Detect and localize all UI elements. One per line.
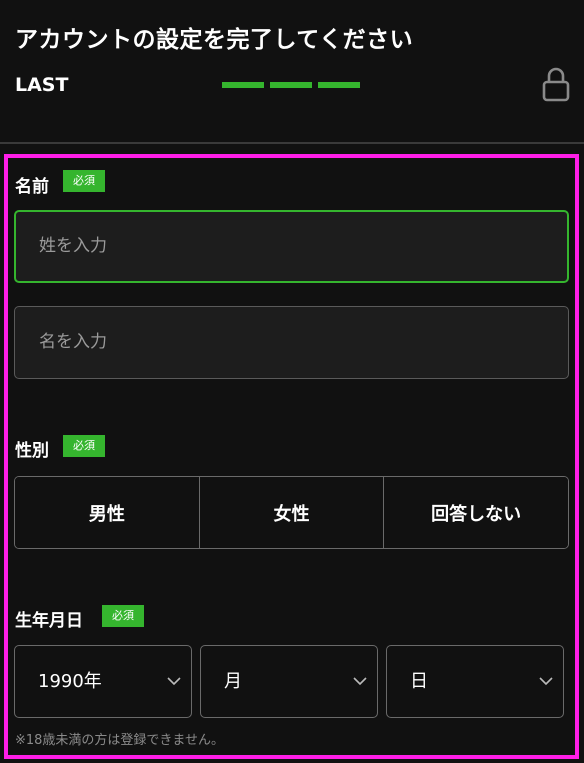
header: アカウントの設定を完了してください LAST xyxy=(0,0,584,143)
header-divider xyxy=(0,142,584,144)
first-name-input[interactable]: 名を入力 xyxy=(14,306,569,379)
gender-option-male[interactable]: 男性 xyxy=(15,477,199,548)
page-title: アカウントの設定を完了してください xyxy=(15,27,414,53)
step-label: LAST xyxy=(15,74,69,96)
last-name-input[interactable]: 姓を入力 xyxy=(14,210,569,283)
birthday-label: 生年月日 xyxy=(15,611,83,631)
name-required-badge: 必須 xyxy=(63,170,105,192)
gender-label: 性別 xyxy=(15,441,49,461)
birth-day-value: 日 xyxy=(410,671,428,692)
gender-option-no-answer[interactable]: 回答しない xyxy=(383,477,568,548)
chevron-down-icon xyxy=(539,677,553,686)
chevron-down-icon xyxy=(353,677,367,686)
birth-month-value: 月 xyxy=(224,671,242,692)
chevron-down-icon xyxy=(167,677,181,686)
birth-year-value: 1990年 xyxy=(38,671,102,692)
age-restriction-note: ※18歳未満の方は登録できません。 xyxy=(15,733,225,748)
progress-segment xyxy=(318,82,360,88)
gender-required-badge: 必須 xyxy=(63,435,105,457)
progress-bar xyxy=(222,82,360,88)
gender-selector: 男性 女性 回答しない xyxy=(14,476,569,549)
birth-month-select[interactable]: 月 xyxy=(200,645,378,718)
birthday-required-badge: 必須 xyxy=(102,605,144,627)
name-label: 名前 xyxy=(15,177,49,197)
account-form: 名前 必須 姓を入力 名を入力 性別 必須 男性 女性 回答しない 生年月日 必… xyxy=(4,154,579,759)
lock-icon xyxy=(542,67,570,102)
progress-segment xyxy=(270,82,312,88)
birth-day-select[interactable]: 日 xyxy=(386,645,564,718)
gender-option-female[interactable]: 女性 xyxy=(198,477,384,548)
birth-year-select[interactable]: 1990年 xyxy=(14,645,192,718)
progress-segment xyxy=(222,82,264,88)
